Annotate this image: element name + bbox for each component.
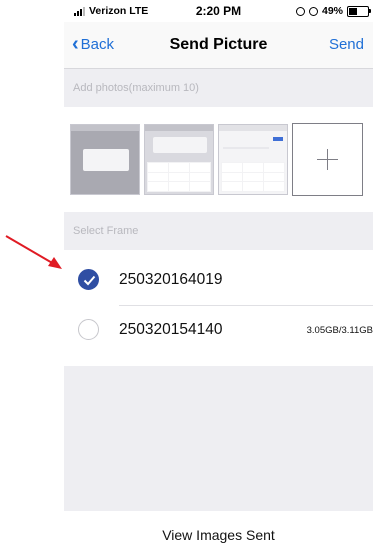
- photo-strip: [64, 108, 373, 212]
- view-images-sent-button[interactable]: View Images Sent: [64, 527, 373, 543]
- send-button[interactable]: Send: [329, 36, 364, 53]
- select-frame-header: Select Frame: [64, 212, 373, 250]
- back-label: Back: [80, 36, 115, 53]
- frame-name: 250320164019: [119, 271, 223, 288]
- chevron-left-icon: ‹: [72, 33, 79, 55]
- status-bar: Verizon LTE 2:20 PM 49%: [64, 0, 373, 22]
- photo-thumbnail[interactable]: [144, 124, 214, 195]
- back-button[interactable]: ‹ Back: [72, 33, 115, 55]
- phone-screen: Verizon LTE 2:20 PM 49% ‹ Back Send Pict…: [64, 0, 373, 553]
- radio-unchecked-icon[interactable]: [78, 319, 99, 340]
- frame-option[interactable]: 250320154140 3.05GB/3.11GB: [64, 306, 373, 354]
- add-photos-header: Add photos(maximum 10): [64, 69, 373, 107]
- photo-thumbnail[interactable]: [218, 124, 288, 195]
- frame-option[interactable]: 250320164019: [64, 256, 373, 304]
- orientation-lock-icon: [295, 6, 305, 16]
- radio-checked-icon[interactable]: [78, 269, 99, 290]
- frame-storage: 3.05GB/3.11GB: [306, 325, 373, 336]
- photo-thumbnail[interactable]: [70, 124, 140, 195]
- add-photo-button[interactable]: [292, 123, 363, 196]
- navigation-bar: ‹ Back Send Picture Send: [64, 22, 373, 69]
- alarm-icon: [308, 6, 318, 16]
- frame-name: 250320154140: [119, 321, 223, 338]
- footer: View Images Sent: [64, 511, 373, 553]
- battery-percent: 49%: [321, 5, 343, 17]
- empty-area: [64, 366, 373, 511]
- annotation-arrow: [5, 235, 62, 269]
- battery-icon: [347, 5, 371, 17]
